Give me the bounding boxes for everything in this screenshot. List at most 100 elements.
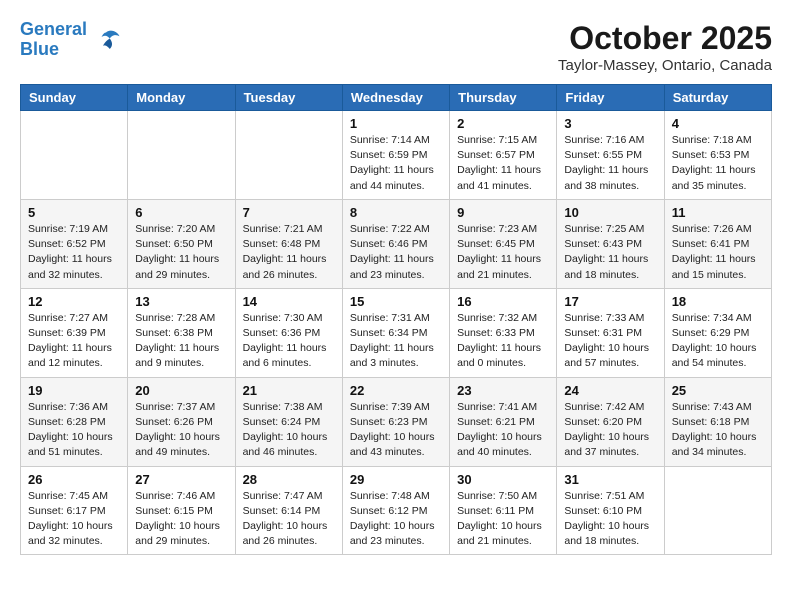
day-info: Sunrise: 7:25 AM Sunset: 6:43 PM Dayligh… [564,222,656,283]
empty-cell [128,111,235,200]
weekday-header-wednesday: Wednesday [342,85,449,111]
day-number: 1 [350,116,442,131]
day-info: Sunrise: 7:36 AM Sunset: 6:28 PM Dayligh… [28,400,120,461]
day-number: 24 [564,383,656,398]
day-info: Sunrise: 7:27 AM Sunset: 6:39 PM Dayligh… [28,311,120,372]
day-cell-16: 16 Sunrise: 7:32 AM Sunset: 6:33 PM Dayli… [450,288,557,377]
day-number: 10 [564,205,656,220]
day-number: 9 [457,205,549,220]
day-number: 23 [457,383,549,398]
day-info: Sunrise: 7:15 AM Sunset: 6:57 PM Dayligh… [457,133,549,194]
day-cell-7: 7 Sunrise: 7:21 AM Sunset: 6:48 PM Daylig… [235,199,342,288]
weekday-header-friday: Friday [557,85,664,111]
day-info: Sunrise: 7:31 AM Sunset: 6:34 PM Dayligh… [350,311,442,372]
day-info: Sunrise: 7:22 AM Sunset: 6:46 PM Dayligh… [350,222,442,283]
day-cell-29: 29 Sunrise: 7:48 AM Sunset: 6:12 PM Dayli… [342,466,449,555]
day-info: Sunrise: 7:50 AM Sunset: 6:11 PM Dayligh… [457,489,549,550]
day-number: 26 [28,472,120,487]
week-row-3: 12 Sunrise: 7:27 AM Sunset: 6:39 PM Dayli… [21,288,772,377]
weekday-header-tuesday: Tuesday [235,85,342,111]
day-number: 22 [350,383,442,398]
day-number: 19 [28,383,120,398]
day-cell-19: 19 Sunrise: 7:36 AM Sunset: 6:28 PM Dayli… [21,377,128,466]
day-number: 13 [135,294,227,309]
week-row-1: 1 Sunrise: 7:14 AM Sunset: 6:59 PM Daylig… [21,111,772,200]
day-cell-14: 14Sunrise: 7:30 AM Sunset: 6:36 PM Dayli… [235,288,342,377]
weekday-header-sunday: Sunday [21,85,128,111]
day-info: Sunrise: 7:28 AM Sunset: 6:38 PM Dayligh… [135,311,227,372]
empty-cell [21,111,128,200]
day-cell-2: 2 Sunrise: 7:15 AM Sunset: 6:57 PM Daylig… [450,111,557,200]
day-cell-27: 27Sunrise: 7:46 AM Sunset: 6:15 PM Dayli… [128,466,235,555]
day-number: 18 [672,294,764,309]
day-number: 3 [564,116,656,131]
day-number: 29 [350,472,442,487]
week-row-4: 19 Sunrise: 7:36 AM Sunset: 6:28 PM Dayli… [21,377,772,466]
day-number: 17 [564,294,656,309]
day-cell-10: 10 Sunrise: 7:25 AM Sunset: 6:43 PM Dayli… [557,199,664,288]
day-cell-26: 26 Sunrise: 7:45 AM Sunset: 6:17 PM Dayli… [21,466,128,555]
weekday-header-thursday: Thursday [450,85,557,111]
day-info: Sunrise: 7:38 AM Sunset: 6:24 PM Dayligh… [243,400,335,461]
day-cell-21: 21 Sunrise: 7:38 AM Sunset: 6:24 PM Dayli… [235,377,342,466]
day-info: Sunrise: 7:45 AM Sunset: 6:17 PM Dayligh… [28,489,120,550]
day-info: Sunrise: 7:32 AM Sunset: 6:33 PM Dayligh… [457,311,549,372]
logo-bird-icon [91,25,121,55]
weekday-header-monday: Monday [128,85,235,111]
day-number: 16 [457,294,549,309]
week-row-2: 5Sunrise: 7:19 AM Sunset: 6:52 PM Daylig… [21,199,772,288]
day-cell-12: 12 Sunrise: 7:27 AM Sunset: 6:39 PM Dayli… [21,288,128,377]
week-row-5: 26 Sunrise: 7:45 AM Sunset: 6:17 PM Dayli… [21,466,772,555]
day-cell-13: 13 Sunrise: 7:28 AM Sunset: 6:38 PM Dayli… [128,288,235,377]
logo: General Blue [20,20,121,60]
day-cell-5: 5Sunrise: 7:19 AM Sunset: 6:52 PM Daylig… [21,199,128,288]
day-number: 31 [564,472,656,487]
day-info: Sunrise: 7:39 AM Sunset: 6:23 PM Dayligh… [350,400,442,461]
day-info: Sunrise: 7:26 AM Sunset: 6:41 PM Dayligh… [672,222,764,283]
day-cell-11: 11 Sunrise: 7:26 AM Sunset: 6:41 PM Dayli… [664,199,771,288]
day-cell-15: 15Sunrise: 7:31 AM Sunset: 6:34 PM Dayli… [342,288,449,377]
day-number: 14 [243,294,335,309]
day-cell-9: 9Sunrise: 7:23 AM Sunset: 6:45 PM Daylig… [450,199,557,288]
day-info: Sunrise: 7:19 AM Sunset: 6:52 PM Dayligh… [28,222,120,283]
day-cell-28: 28Sunrise: 7:47 AM Sunset: 6:14 PM Dayli… [235,466,342,555]
day-info: Sunrise: 7:18 AM Sunset: 6:53 PM Dayligh… [672,133,764,194]
day-cell-30: 30 Sunrise: 7:50 AM Sunset: 6:11 PM Dayli… [450,466,557,555]
day-info: Sunrise: 7:42 AM Sunset: 6:20 PM Dayligh… [564,400,656,461]
day-cell-6: 6 Sunrise: 7:20 AM Sunset: 6:50 PM Daylig… [128,199,235,288]
day-cell-20: 20Sunrise: 7:37 AM Sunset: 6:26 PM Dayli… [128,377,235,466]
logo-text: General Blue [20,20,87,60]
day-info: Sunrise: 7:21 AM Sunset: 6:48 PM Dayligh… [243,222,335,283]
empty-cell [664,466,771,555]
day-cell-1: 1 Sunrise: 7:14 AM Sunset: 6:59 PM Daylig… [342,111,449,200]
day-number: 30 [457,472,549,487]
day-cell-31: 31Sunrise: 7:51 AM Sunset: 6:10 PM Dayli… [557,466,664,555]
day-cell-25: 25 Sunrise: 7:43 AM Sunset: 6:18 PM Dayli… [664,377,771,466]
day-number: 20 [135,383,227,398]
day-number: 25 [672,383,764,398]
day-number: 11 [672,205,764,220]
month-title: October 2025 [558,20,772,57]
empty-cell [235,111,342,200]
day-number: 21 [243,383,335,398]
title-block: October 2025 Taylor-Massey, Ontario, Can… [558,20,772,74]
day-info: Sunrise: 7:16 AM Sunset: 6:55 PM Dayligh… [564,133,656,194]
day-info: Sunrise: 7:20 AM Sunset: 6:50 PM Dayligh… [135,222,227,283]
weekday-header-saturday: Saturday [664,85,771,111]
day-number: 6 [135,205,227,220]
day-cell-8: 8 Sunrise: 7:22 AM Sunset: 6:46 PM Daylig… [342,199,449,288]
day-number: 12 [28,294,120,309]
day-info: Sunrise: 7:43 AM Sunset: 6:18 PM Dayligh… [672,400,764,461]
day-info: Sunrise: 7:14 AM Sunset: 6:59 PM Dayligh… [350,133,442,194]
day-info: Sunrise: 7:48 AM Sunset: 6:12 PM Dayligh… [350,489,442,550]
day-number: 8 [350,205,442,220]
day-number: 7 [243,205,335,220]
day-number: 2 [457,116,549,131]
day-cell-17: 17 Sunrise: 7:33 AM Sunset: 6:31 PM Dayli… [557,288,664,377]
day-info: Sunrise: 7:46 AM Sunset: 6:15 PM Dayligh… [135,489,227,550]
day-info: Sunrise: 7:33 AM Sunset: 6:31 PM Dayligh… [564,311,656,372]
day-cell-4: 4Sunrise: 7:18 AM Sunset: 6:53 PM Daylig… [664,111,771,200]
weekday-header-row: SundayMondayTuesdayWednesdayThursdayFrid… [21,85,772,111]
calendar-table: SundayMondayTuesdayWednesdayThursdayFrid… [20,84,772,555]
day-cell-24: 24 Sunrise: 7:42 AM Sunset: 6:20 PM Dayli… [557,377,664,466]
